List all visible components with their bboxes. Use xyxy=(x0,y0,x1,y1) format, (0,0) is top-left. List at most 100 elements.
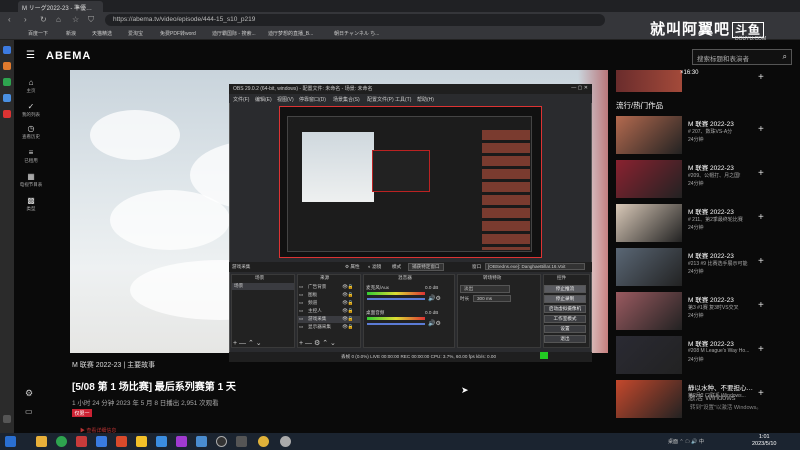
list-item[interactable]: M 联赛 2022-23 # 211、第2季最终轮比赛 24分钟 + xyxy=(616,204,796,244)
start-icon[interactable] xyxy=(5,436,16,447)
visibility-icon[interactable]: 👁🔒 xyxy=(342,324,354,330)
taskbar-app-icon[interactable] xyxy=(96,436,107,447)
filters-button[interactable]: ◐ 滤镜 xyxy=(368,264,381,270)
list-item-thumbnail[interactable] xyxy=(616,204,682,242)
list-item[interactable]: M 联赛 2022-23 #209、公帽打、月之国! 24分钟 + xyxy=(616,160,796,200)
taskbar-app-icon[interactable] xyxy=(176,436,187,447)
list-item[interactable]: M 联赛 2022-23 #213 #9 比赛选手展示可能 24分钟 + xyxy=(616,248,796,288)
add-icon[interactable]: + xyxy=(758,124,764,135)
bookmark-item[interactable]: 爱淘宝 xyxy=(128,30,143,37)
source-item[interactable]: ▭ 频道 👁🔒 xyxy=(298,300,360,307)
scene-item[interactable]: 场景 xyxy=(232,283,294,290)
home-icon[interactable]: ⌂ xyxy=(56,15,61,24)
taskbar-app-icon[interactable] xyxy=(236,436,247,447)
properties-button[interactable]: ⚙ 属性 xyxy=(345,264,360,270)
top-thumbnail[interactable] xyxy=(616,70,682,92)
nav-home[interactable]: ⌂ 主页 xyxy=(14,78,48,94)
speaker-icon[interactable]: 🔊⚙ xyxy=(428,295,441,302)
search-icon[interactable]: ⌕ xyxy=(783,52,787,62)
add-icon[interactable]: + xyxy=(758,300,764,311)
visibility-icon[interactable]: 👁🔒 xyxy=(342,308,354,314)
taskbar-app-icon[interactable] xyxy=(116,436,127,447)
list-item[interactable]: M 联赛 2022-23 #208 M League's Way Ho... 24分… xyxy=(616,336,796,376)
series-label[interactable]: M 联赛 2022-23 | 主要故事 xyxy=(72,360,155,370)
bookmark-item[interactable]: 迪厅霸国际 - 搜索... xyxy=(212,30,256,37)
source-item[interactable]: ▭ 显示器采集 👁🔒 xyxy=(298,324,360,331)
add-icon[interactable]: + xyxy=(758,212,764,223)
add-icon[interactable]: + xyxy=(758,344,764,355)
extension-icon[interactable] xyxy=(3,94,11,102)
taskbar-app-icon[interactable] xyxy=(196,436,207,447)
obs-menu-docks[interactable]: 停靠窗口(D) xyxy=(299,96,326,103)
bookmark-item[interactable]: 新浪 xyxy=(66,30,76,37)
abema-logo[interactable]: ABEMA xyxy=(46,50,91,62)
visibility-icon[interactable]: 👁🔒 xyxy=(342,292,354,298)
address-bar[interactable]: https://abema.tv/video/episode/444-15_s1… xyxy=(105,14,605,26)
stop-recording-button[interactable]: 停止录制 xyxy=(544,295,586,303)
extension-icon[interactable] xyxy=(3,62,11,70)
browser-tab[interactable]: M リーグ2022-23 - 準優… xyxy=(18,1,103,12)
taskbar-clock[interactable]: 1:01 2023/5/10 xyxy=(752,434,776,448)
window-select[interactable]: [OBSedns.exe]: DanghaeBillar.16.Voit xyxy=(485,263,585,270)
obs-menu-scene-collection[interactable]: 场景集合(S) xyxy=(333,96,360,103)
nav-history[interactable]: ◷ 查看历史 xyxy=(14,124,48,140)
settings-button[interactable]: 设置 xyxy=(544,325,586,333)
extension-icon[interactable] xyxy=(3,46,11,54)
visibility-icon[interactable]: 👁🔒 xyxy=(342,284,354,290)
chrome-taskbar-icon[interactable] xyxy=(258,436,269,447)
bookmark-item[interactable]: 朝日チャンネル ち... xyxy=(334,30,379,37)
obs-menu-view[interactable]: 视图(V) xyxy=(277,96,294,103)
taskbar-app-icon[interactable] xyxy=(156,436,167,447)
list-item[interactable]: M 联赛 2022-23 # 207、数珠VS-A分 24分钟 + xyxy=(616,116,796,156)
mode-select[interactable]: 捕获特定窗口 xyxy=(408,263,444,271)
card-icon[interactable]: ▭ xyxy=(25,407,33,416)
scene-add-icon[interactable]: + — ⌃ ⌄ xyxy=(233,339,262,347)
add-icon[interactable]: + xyxy=(758,168,764,179)
duration-input[interactable]: 300 ms xyxy=(473,295,511,302)
visibility-icon[interactable]: 👁🔒 xyxy=(342,300,354,306)
obs-menu-help[interactable]: 帮助(H) xyxy=(417,96,434,103)
list-item-thumbnail[interactable] xyxy=(616,248,682,286)
volume-slider[interactable] xyxy=(367,323,425,325)
menu-icon[interactable]: ☰ xyxy=(26,50,35,61)
taskbar-app-icon[interactable] xyxy=(56,436,67,447)
transition-select[interactable]: 淡出 xyxy=(460,285,510,293)
shield-icon[interactable]: ⛉ xyxy=(88,15,94,25)
list-item-thumbnail[interactable] xyxy=(616,336,682,374)
volume-slider[interactable] xyxy=(367,298,425,300)
visibility-icon[interactable]: 👁🔒 xyxy=(342,316,354,322)
taskbar-app-icon[interactable] xyxy=(36,436,47,447)
speaker-icon[interactable]: 🔊⚙ xyxy=(428,320,441,327)
add-icon[interactable]: + xyxy=(758,388,764,399)
extension-icon[interactable] xyxy=(3,110,11,118)
exit-button[interactable]: 退出 xyxy=(544,335,586,343)
list-item-thumbnail[interactable] xyxy=(616,116,682,154)
system-tray[interactable]: 桌面 ⌃ ☁ 🔊 中 xyxy=(668,438,704,445)
nav-genres[interactable]: ▩ 类型 xyxy=(14,196,48,212)
settings-icon[interactable]: ⚙ xyxy=(25,388,33,399)
forward-icon[interactable]: › xyxy=(24,15,27,24)
source-add-icon[interactable]: + — ⚙ ⌃ ⌄ xyxy=(299,339,336,347)
add-icon[interactable]: + xyxy=(758,256,764,267)
taskbar-app-icon[interactable] xyxy=(280,436,291,447)
back-icon[interactable]: ‹ xyxy=(8,15,11,24)
nav-tv-schedule[interactable]: ▦ 电视节目表 xyxy=(14,172,48,188)
add-extension-icon[interactable] xyxy=(3,415,11,423)
bookmark-item[interactable]: 百度一下 xyxy=(28,30,48,37)
taskbar-app-icon[interactable] xyxy=(136,436,147,447)
source-item[interactable]: ▭ 广告背景 👁🔒 xyxy=(298,284,360,291)
virtual-camera-button[interactable]: 启动虚拟摄像机 xyxy=(544,305,586,313)
list-item-thumbnail[interactable] xyxy=(616,380,682,418)
search-input[interactable]: 搜索标题和表演者 ⌕ xyxy=(692,49,792,65)
nav-rented[interactable]: ≡ 已租用 xyxy=(14,148,48,164)
bookmark-item[interactable]: 免费PDF转word xyxy=(160,30,196,37)
stop-streaming-button[interactable]: 停止推流 xyxy=(544,285,586,293)
studio-mode-button[interactable]: 工作室模式 xyxy=(544,315,586,323)
bookmark-star-icon[interactable]: ☆ xyxy=(72,15,79,24)
obs-menu-edit[interactable]: 编辑(E) xyxy=(255,96,272,103)
source-item[interactable]: ▭ 图板 👁🔒 xyxy=(298,292,360,299)
list-item-thumbnail[interactable] xyxy=(616,292,682,330)
obs-menu-file[interactable]: 文件(F) xyxy=(233,96,249,103)
extension-icon[interactable] xyxy=(3,78,11,86)
obs-taskbar-icon[interactable] xyxy=(216,436,227,447)
